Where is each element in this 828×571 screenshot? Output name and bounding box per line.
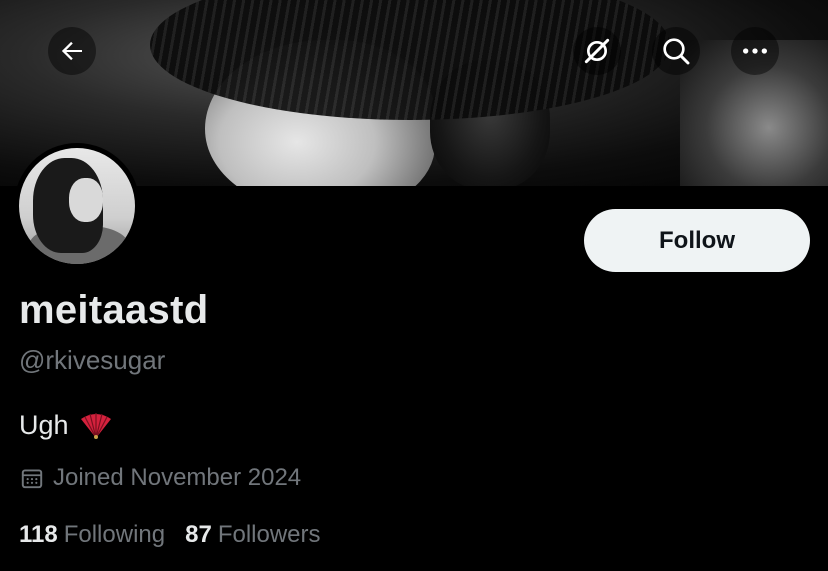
followers-link[interactable]: 87 Followers	[185, 521, 320, 549]
arrow-left-icon	[61, 41, 82, 61]
search-icon	[663, 38, 690, 65]
joined-text: Joined November 2024	[53, 464, 302, 491]
search-button[interactable]	[652, 27, 700, 75]
followers-count: 87	[185, 521, 212, 548]
calendar-icon	[21, 469, 43, 489]
folding-fan-emoji	[80, 412, 111, 439]
bio: Ugh	[19, 410, 113, 441]
following-label: Following	[63, 521, 166, 548]
following-link[interactable]: 118 Following	[19, 521, 165, 549]
back-button[interactable]	[48, 27, 96, 75]
display-name: meitaastd	[19, 288, 209, 332]
more-horizontal-icon	[743, 48, 767, 54]
followers-label: Followers	[217, 521, 321, 548]
avatar[interactable]	[14, 143, 140, 269]
profile-banner[interactable]	[0, 0, 828, 186]
more-button[interactable]	[731, 27, 779, 75]
bio-text: Ugh	[19, 410, 69, 440]
follow-button[interactable]: Follow	[584, 209, 810, 272]
grok-button[interactable]	[573, 27, 621, 75]
profile-page: Follow meitaastd @rkivesugar Ugh Joined …	[0, 0, 828, 571]
user-handle: @rkivesugar	[19, 345, 166, 375]
grok-icon	[584, 38, 610, 64]
following-count: 118	[19, 521, 58, 548]
joined-date: Joined November 2024	[19, 464, 301, 492]
avatar-image	[19, 148, 135, 264]
avatar-face	[69, 178, 103, 222]
follow-stats: 118 Following 87 Followers	[19, 521, 321, 549]
